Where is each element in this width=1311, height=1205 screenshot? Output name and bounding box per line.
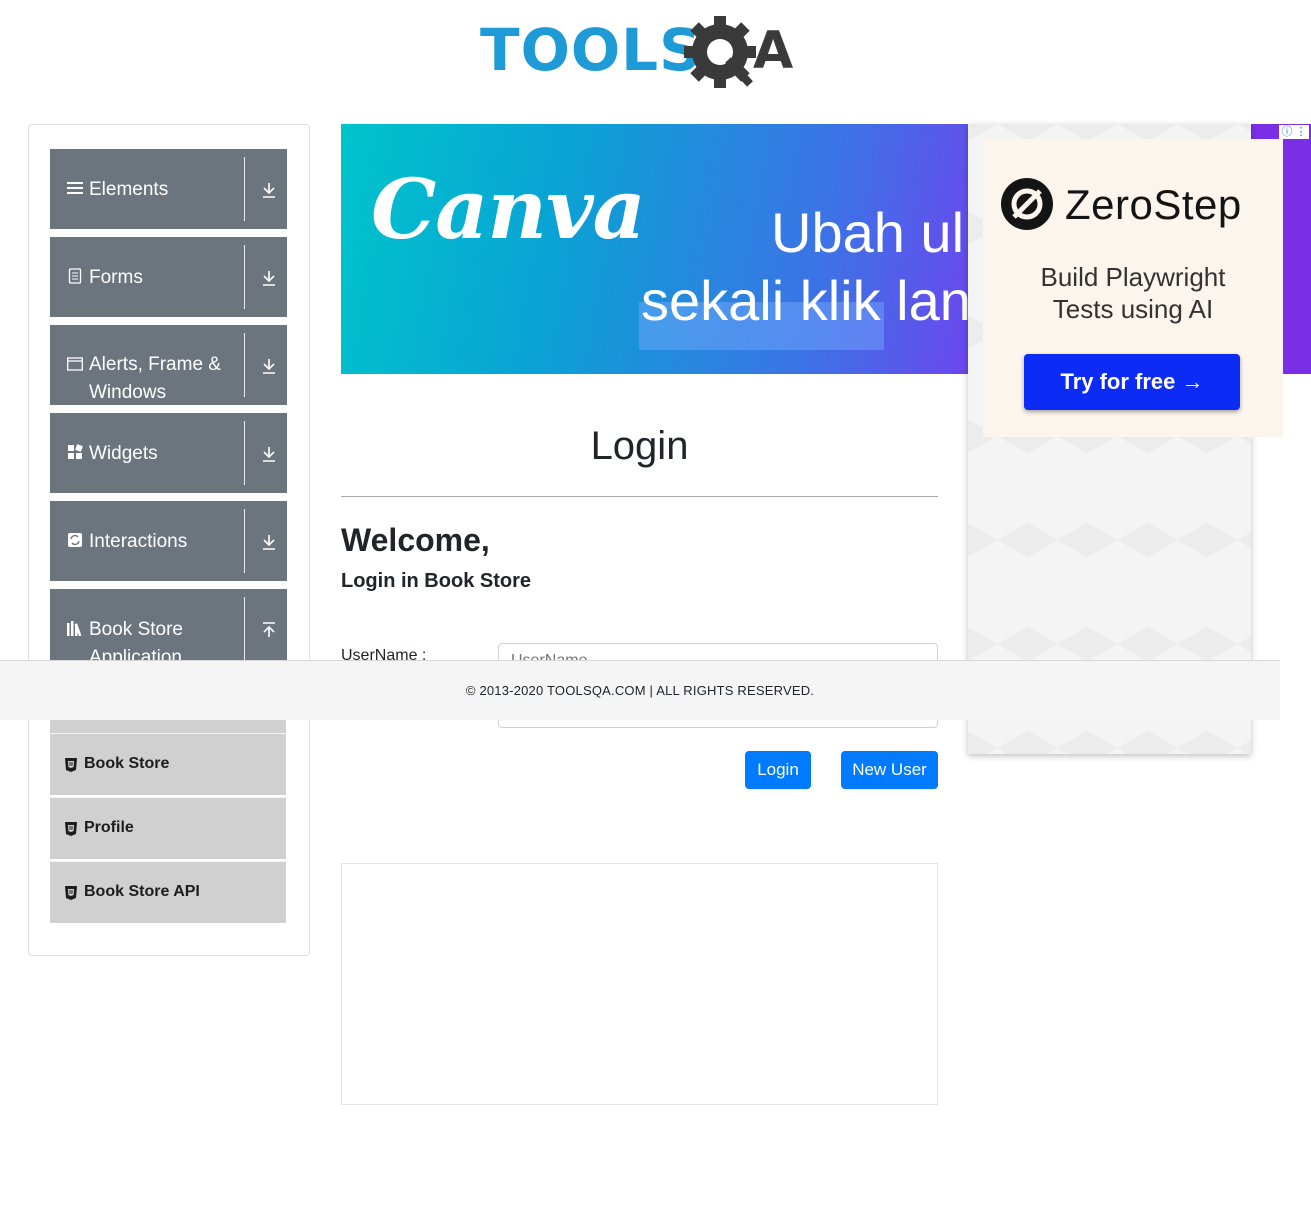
zerostep-logo-icon (1001, 178, 1053, 230)
zerostep-tagline: Build Playwright Tests using AI (983, 261, 1283, 325)
divider (244, 157, 245, 221)
sidebar-group-label: Widgets (89, 443, 158, 464)
sidebar-group-label: Forms (89, 267, 143, 288)
submenu-item-book-store[interactable]: Book Store (50, 733, 286, 795)
logo-a-text: A (753, 21, 793, 81)
footer-copyright: © 2013-2020 TOOLSQA.COM | ALL RIGHTS RES… (465, 683, 815, 698)
sidebar-group-elements[interactable]: Elements (50, 149, 287, 229)
footer: © 2013-2020 TOOLSQA.COM | ALL RIGHTS RES… (0, 660, 1280, 720)
download-arrow-icon (263, 447, 275, 462)
library-icon (67, 621, 82, 636)
document-icon (68, 268, 82, 284)
login-button[interactable]: Login (745, 751, 811, 789)
sidebar-group-widgets[interactable]: Widgets (50, 413, 287, 493)
new-user-button[interactable]: New User (841, 751, 938, 789)
try-for-free-button[interactable]: Try for free → (1024, 354, 1240, 410)
sidebar-group-alerts-frame-windows[interactable]: Alerts, Frame & Windows (50, 325, 287, 405)
divider (244, 245, 245, 309)
divider (244, 509, 245, 573)
sidebar-group-label: Elements (89, 179, 169, 200)
interactions-icon (68, 533, 82, 547)
submenu-item-profile[interactable]: Profile (50, 797, 286, 859)
canva-headline-2: sekali klik lan (641, 269, 969, 332)
left-sidebar: Elements Forms Alerts, Frame & Windows W… (28, 124, 310, 956)
html5-icon (65, 886, 77, 900)
sidebar-group-label: Interactions (89, 531, 188, 552)
submenu-label: Profile (84, 819, 134, 836)
sidebar-group-interactions[interactable]: Interactions (50, 501, 287, 581)
sidebar-group-label: Alerts, Frame & Windows (89, 354, 221, 403)
welcome-heading: Welcome, (341, 522, 490, 558)
sidebar-group-book-store-application[interactable]: Book Store Application (50, 589, 287, 661)
divider (244, 333, 245, 397)
divider (244, 597, 245, 661)
canva-brand: Canva (371, 162, 646, 258)
toolsqa-logo[interactable]: TOOLS A (480, 14, 806, 92)
sidebar-group-label: Book Store Application (89, 619, 183, 661)
login-subtitle: Login in Book Store (341, 570, 531, 592)
window-icon (67, 357, 83, 371)
ad-zerostep[interactable]: ZeroStep Build Playwright Tests using AI… (983, 139, 1283, 437)
submenu-label: Book Store API (84, 883, 200, 900)
zerostep-name: ZeroStep (1065, 181, 1242, 228)
adchoices-icon[interactable]: ⓘ ⋮ (1279, 125, 1309, 139)
submenu-item-book-store-api[interactable]: Book Store API (50, 861, 286, 923)
ad-banner-canva[interactable]: Canva Ubah ul sekali klik lan (341, 124, 969, 374)
download-arrow-icon (263, 271, 275, 286)
gear-icon (684, 16, 756, 88)
canva-headline-1: Ubah ul (771, 201, 965, 264)
html5-icon (65, 822, 77, 836)
divider (244, 421, 245, 485)
logo-tools-text: TOOLS (480, 16, 702, 84)
output-panel (341, 863, 938, 1105)
submenu-label: Book Store (84, 755, 170, 772)
sidebar-group-forms[interactable]: Forms (50, 237, 287, 317)
download-arrow-icon (263, 535, 275, 550)
zerostep-tagline-line-1: Build Playwright (1040, 262, 1226, 292)
page-title: Login (590, 424, 689, 468)
title-divider (341, 496, 938, 497)
download-arrow-icon (263, 359, 275, 374)
zerostep-tagline-line-2: Tests using AI (1052, 294, 1214, 324)
widgets-icon (68, 444, 83, 459)
upload-arrow-icon (263, 622, 275, 637)
download-arrow-icon (263, 183, 275, 198)
hamburger-icon (67, 182, 83, 194)
html5-icon (65, 758, 77, 772)
